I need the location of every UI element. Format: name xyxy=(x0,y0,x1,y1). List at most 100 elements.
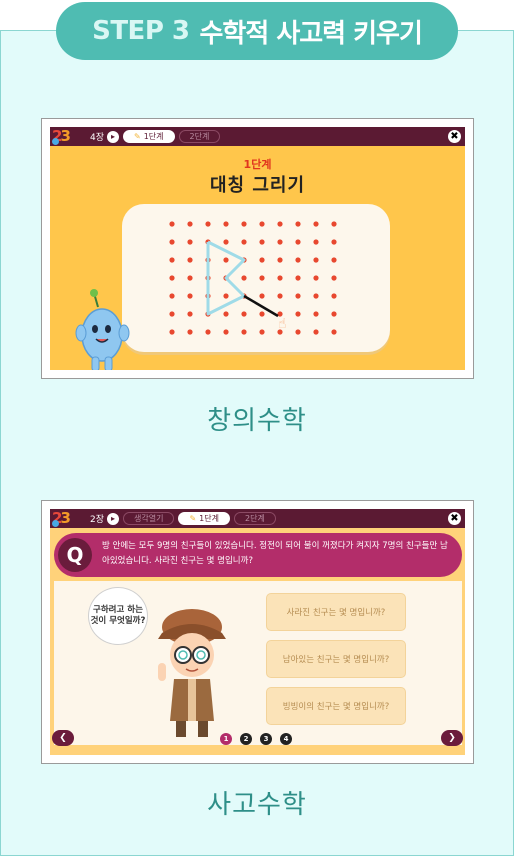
tab-step-1[interactable]: ✎ 1단계 xyxy=(123,130,175,143)
grid-dot[interactable] xyxy=(169,257,175,263)
chevron-right-icon[interactable]: ▸ xyxy=(107,130,120,143)
grid-dot[interactable] xyxy=(313,311,319,317)
grid-dot[interactable] xyxy=(295,239,301,245)
tab-thinking[interactable]: 생각열기 xyxy=(123,512,175,525)
grid-dot[interactable] xyxy=(313,293,319,299)
tab-step-2[interactable]: 2단계 xyxy=(233,512,276,525)
grid-dot[interactable] xyxy=(187,257,193,263)
answer-label: 남아있는 친구는 몇 명입니까? xyxy=(282,655,390,665)
grid-dot[interactable] xyxy=(241,311,247,317)
grid-dot[interactable] xyxy=(241,239,247,245)
grid-dot[interactable] xyxy=(223,311,229,317)
answer-option-2[interactable]: 남아있는 친구는 몇 명입니까? xyxy=(266,640,406,678)
grid-dot[interactable] xyxy=(331,275,337,281)
grid-dot[interactable] xyxy=(277,221,283,227)
grid-dot[interactable] xyxy=(313,239,319,245)
grid-dot[interactable] xyxy=(313,257,319,263)
grid-dot[interactable] xyxy=(259,311,265,317)
question-screenshot: 23 2장 ▸ 생각열기 ✎ 1단계 2단계 ✖ Q 방 안에는 모두 9명의 … xyxy=(41,500,474,764)
grid-dot[interactable] xyxy=(169,311,175,317)
dot-grid-board[interactable]: ☝ xyxy=(122,204,390,352)
step-number: STEP 3 xyxy=(92,16,190,46)
page-dot-3[interactable]: 3 xyxy=(260,733,272,745)
alien-mascot xyxy=(75,289,130,370)
chapter-label: 4장 xyxy=(90,133,105,143)
step-header: STEP 3 수학적 사고력 키우기 xyxy=(56,2,458,60)
grid-dot[interactable] xyxy=(277,275,283,281)
grid-dot[interactable] xyxy=(169,221,175,227)
close-icon[interactable]: ✖ xyxy=(448,512,461,525)
grid-dot[interactable] xyxy=(295,221,301,227)
top-bar: 23 4장 ▸ ✎ 1단계 2단계 ✖ xyxy=(50,127,465,146)
grid-dot[interactable] xyxy=(277,239,283,245)
grid-dot[interactable] xyxy=(187,329,193,335)
drawn-shape xyxy=(206,240,246,316)
answer-option-1[interactable]: 사라진 친구는 몇 명입니까? xyxy=(266,593,406,631)
question-bar: Q 방 안에는 모두 9명의 친구들이 있었습니다. 정전이 되어 불이 꺼졌다… xyxy=(54,533,462,577)
grid-dot[interactable] xyxy=(277,257,283,263)
grid-dot[interactable] xyxy=(223,221,229,227)
game-step-label: 1단계 xyxy=(243,158,272,171)
dot-grid[interactable]: ☝ xyxy=(122,204,390,352)
page-dot-1[interactable]: 1 xyxy=(220,733,232,745)
grid-dot[interactable] xyxy=(259,239,265,245)
grid-dot[interactable] xyxy=(241,275,247,281)
grid-dot[interactable] xyxy=(295,293,301,299)
close-icon[interactable]: ✖ xyxy=(448,130,461,143)
grid-dot[interactable] xyxy=(331,293,337,299)
symmetry-game-screenshot: 23 4장 ▸ ✎ 1단계 2단계 ✖ 1단계 대칭 그리기 ☝ xyxy=(41,118,474,379)
grid-dot[interactable] xyxy=(295,311,301,317)
grid-dot[interactable] xyxy=(295,329,301,335)
grid-dot[interactable] xyxy=(187,311,193,317)
grid-dot[interactable] xyxy=(259,221,265,227)
grid-dot[interactable] xyxy=(205,329,211,335)
grid-dot[interactable] xyxy=(169,293,175,299)
grid-dot[interactable] xyxy=(331,239,337,245)
grid-dot[interactable] xyxy=(223,257,229,263)
chapter-indicator[interactable]: 2장 ▸ xyxy=(90,512,120,525)
grid-dot[interactable] xyxy=(313,221,319,227)
grid-dot[interactable] xyxy=(295,275,301,281)
answer-option-3[interactable]: 빙빙이의 친구는 몇 명입니까? xyxy=(266,687,406,725)
page-dot-2[interactable]: 2 xyxy=(240,733,252,745)
grid-dot[interactable] xyxy=(169,275,175,281)
grid-dot[interactable] xyxy=(223,293,229,299)
top-bar: 23 2장 ▸ 생각열기 ✎ 1단계 2단계 ✖ xyxy=(50,509,465,528)
grid-dot[interactable] xyxy=(259,275,265,281)
page-dot-4[interactable]: 4 xyxy=(280,733,292,745)
chapter-indicator[interactable]: 4장 ▸ xyxy=(90,130,120,143)
grid-dot[interactable] xyxy=(169,329,175,335)
grid-dot[interactable] xyxy=(223,239,229,245)
chevron-left-icon: ❮ xyxy=(59,733,67,743)
tab-step-2[interactable]: 2단계 xyxy=(178,130,221,143)
grid-dot[interactable] xyxy=(331,311,337,317)
answer-label: 사라진 친구는 몇 명입니까? xyxy=(286,608,386,618)
grid-dot[interactable] xyxy=(259,257,265,263)
grid-dot[interactable] xyxy=(277,293,283,299)
grid-dot[interactable] xyxy=(187,221,193,227)
next-button[interactable]: ❯ xyxy=(441,730,463,746)
grid-dot[interactable] xyxy=(205,221,211,227)
grid-dot[interactable] xyxy=(187,275,193,281)
step-title: 수학적 사고력 키우기 xyxy=(199,18,423,49)
grid-dot[interactable] xyxy=(259,329,265,335)
grid-dot[interactable] xyxy=(241,329,247,335)
tab-step-1[interactable]: ✎ 1단계 xyxy=(178,512,230,525)
grid-dot[interactable] xyxy=(187,239,193,245)
grid-dot[interactable] xyxy=(331,257,337,263)
grid-dot[interactable] xyxy=(295,257,301,263)
grid-dot[interactable] xyxy=(331,329,337,335)
grid-dot[interactable] xyxy=(187,293,193,299)
question-badge: Q xyxy=(58,538,92,572)
grid-dot[interactable] xyxy=(313,275,319,281)
grid-dot[interactable] xyxy=(331,221,337,227)
chevron-right-icon[interactable]: ▸ xyxy=(107,512,120,525)
grid-dot[interactable] xyxy=(259,293,265,299)
grid-dot[interactable] xyxy=(169,239,175,245)
caption-creative-math: 창의수학 xyxy=(207,406,307,436)
grid-dot[interactable] xyxy=(223,329,229,335)
grid-dot[interactable] xyxy=(241,221,247,227)
grid-dot[interactable] xyxy=(313,329,319,335)
prev-button[interactable]: ❮ xyxy=(52,730,74,746)
pointer-hand-icon: ☝ xyxy=(278,316,287,332)
